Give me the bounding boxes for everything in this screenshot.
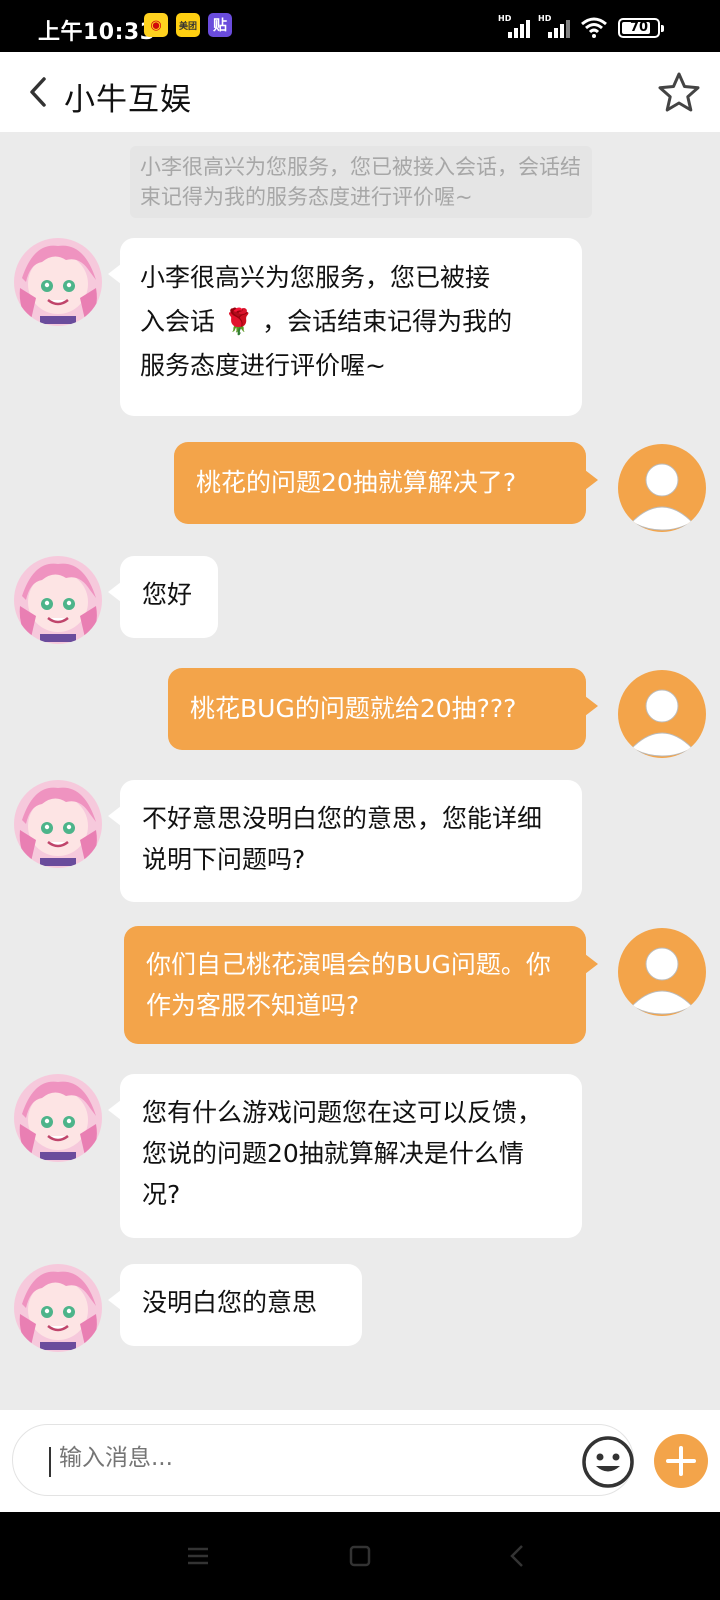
agent-message[interactable]: 您有什么游戏问题您在这可以反馈，您说的问题20抽就算解决是什么情况? [108, 1074, 582, 1238]
menu-icon[interactable] [182, 1540, 214, 1572]
tieba-icon: 贴 [208, 13, 232, 37]
app-header: 小牛互娱 [0, 52, 720, 132]
weibo-icon: ◉ [144, 13, 168, 37]
user-avatar[interactable] [618, 928, 706, 1016]
battery-icon: 70 [618, 18, 664, 38]
agent-avatar[interactable] [14, 1074, 102, 1162]
message-input[interactable] [59, 1445, 529, 1471]
status-time: 上午10:33 [38, 20, 156, 45]
back-button[interactable] [18, 70, 58, 114]
agent-message[interactable]: 小李很高兴为您服务，您已被接 入会话 🌹 ，会话结束记得为我的 服务态度进行评价… [108, 238, 582, 416]
add-button[interactable] [654, 1434, 708, 1488]
status-bar: 上午10:33 ◉ 美团 贴 HD HD 70 [0, 0, 720, 52]
user-avatar[interactable] [618, 444, 706, 532]
agent-message[interactable]: 您好 [108, 556, 218, 638]
system-nav-bar [0, 1512, 720, 1600]
user-message[interactable]: 桃花BUG的问题就给20抽??? [168, 668, 598, 750]
chevron-left-icon [30, 77, 46, 107]
input-bar [0, 1410, 720, 1512]
smiley-icon [582, 1436, 634, 1488]
system-notice: 小李很高兴为您服务，您已被接入会话，会话结束记得为我的服务态度进行评价喔~ [130, 146, 592, 218]
meituan-icon: 美团 [176, 13, 200, 37]
signal-icon-2: HD [538, 14, 572, 40]
agent-avatar[interactable] [14, 780, 102, 868]
agent-message[interactable]: 没明白您的意思 [108, 1264, 362, 1346]
user-avatar[interactable] [618, 670, 706, 758]
user-message[interactable]: 桃花的问题20抽就算解决了? [174, 442, 598, 524]
user-message[interactable]: 你们自己桃花演唱会的BUG问题。你作为客服不知道吗? [124, 926, 598, 1044]
message-line: 入会话 🌹 ，会话结束记得为我的 [140, 307, 513, 336]
agent-avatar[interactable] [14, 238, 102, 326]
battery-level: 70 [629, 20, 649, 35]
message-line: 小李很高兴为您服务，您已被接 [140, 263, 491, 292]
agent-avatar[interactable] [14, 1264, 102, 1352]
text-cursor [49, 1447, 51, 1477]
chat-area[interactable]: 小李很高兴为您服务，您已被接入会话，会话结束记得为我的服务态度进行评价喔~ 小李… [0, 132, 720, 1410]
emoji-button[interactable] [581, 1435, 635, 1489]
favorite-button[interactable] [656, 70, 702, 116]
home-icon[interactable] [344, 1540, 376, 1572]
back-nav-icon[interactable] [502, 1540, 534, 1572]
signal-icon: HD [498, 14, 532, 40]
plus-icon [666, 1446, 696, 1476]
star-icon [658, 72, 700, 112]
agent-avatar[interactable] [14, 556, 102, 644]
page-title: 小牛互娱 [64, 82, 192, 118]
message-line: 服务态度进行评价喔~ [140, 351, 386, 380]
wifi-icon [581, 17, 607, 38]
agent-message[interactable]: 不好意思没明白您的意思，您能详细说明下问题吗? [108, 780, 582, 902]
rose-icon: 🌹 [222, 307, 255, 336]
message-input-container[interactable] [12, 1424, 634, 1496]
